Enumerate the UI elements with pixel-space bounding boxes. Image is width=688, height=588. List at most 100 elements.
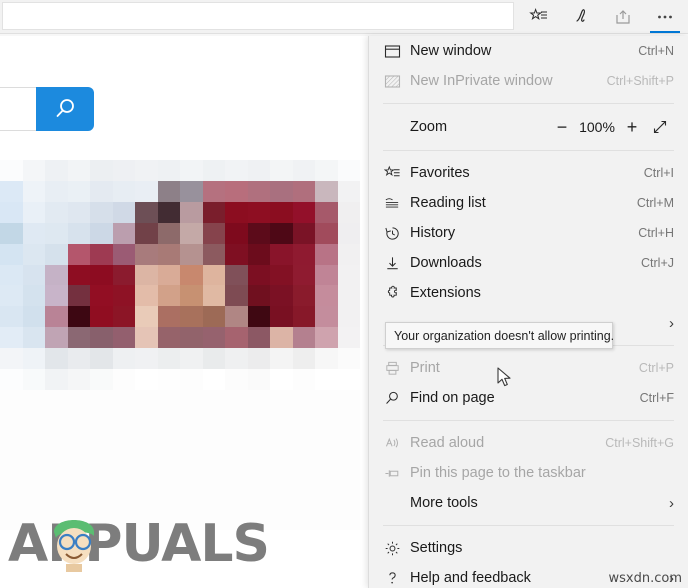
menu-item-settings[interactable]: Settings [369,533,688,563]
chevron-right-icon: › [669,314,674,332]
pixel-cell [112,306,135,328]
pixel-cell [247,348,270,370]
pixel-cell [0,243,23,265]
menu-item-label: Find on page [410,390,495,406]
menu-item-label: Settings [410,540,463,556]
pixel-cell [270,348,293,370]
pixel-cell [67,180,90,202]
pixel-cell [337,327,360,349]
menu-item-read-aloud: Read aloud Ctrl+Shift+G [369,428,688,458]
reading-list-icon [384,195,410,212]
pixel-cell [270,180,293,202]
printer-icon [384,360,410,377]
pixel-cell [45,348,68,370]
pixel-cell [225,285,248,307]
pixel-cell [247,160,270,181]
pixel-cell [67,201,90,223]
pixel-cell [225,201,248,223]
pixel-cell [90,369,113,390]
pixel-cell [22,264,45,286]
menu-item-pin-to-taskbar: Pin this page to the taskbar [369,458,688,488]
pixel-cell [180,264,203,286]
pixel-cell [135,243,158,265]
pixel-cell [180,160,203,181]
pixel-cell [180,285,203,307]
fullscreen-button[interactable] [646,113,674,141]
zoom-out-button[interactable]: − [548,113,576,141]
pixel-cell [135,348,158,370]
menu-item-downloads[interactable]: Downloads Ctrl+J [369,248,688,278]
menu-item-label: Extensions [410,285,481,301]
pixel-cell [315,285,338,307]
pixel-cell [180,222,203,244]
pixel-cell [67,243,90,265]
pixel-cell [22,348,45,370]
menu-zoom-row: Zoom − 100% + [369,111,688,143]
pixel-cell [135,264,158,286]
favorites-toolbar-icon[interactable] [518,0,560,34]
pixel-cell [315,243,338,265]
zoom-in-button[interactable]: + [618,113,646,141]
appuals-watermark: APPUALS [8,504,270,574]
pixel-cell [22,285,45,307]
gear-icon [384,540,410,557]
favorites-star-list-icon [384,165,410,182]
pixel-cell [45,285,68,307]
page-search-button[interactable] [36,87,94,131]
pixel-cell [270,264,293,286]
pixel-cell [315,180,338,202]
pixel-cell [180,180,203,202]
pixel-cell [45,243,68,265]
pixel-cell [22,306,45,328]
pixel-cell [270,222,293,244]
pixel-cell [22,369,45,390]
pixel-cell [112,327,135,349]
pixel-cell [292,348,315,370]
pixel-cell [90,306,113,328]
pixel-cell [270,306,293,328]
downloads-arrow-icon [384,255,410,272]
page-search-field[interactable] [0,87,40,131]
pixel-cell [67,306,90,328]
pixel-cell [90,201,113,223]
zoom-level-value: 100% [579,119,615,135]
pixel-cell [0,201,23,223]
pixel-cell [45,222,68,244]
menu-item-history[interactable]: History Ctrl+H [369,218,688,248]
pixel-cell [292,327,315,349]
favorites-star-list-icon [529,8,547,21]
notes-toolbar-icon[interactable] [560,0,602,34]
search-icon [56,99,74,117]
menu-item-new-window[interactable]: New window Ctrl+N [369,36,688,66]
share-toolbar-icon[interactable] [602,0,644,34]
menu-separator [383,525,674,526]
pixel-cell [90,243,113,265]
pixel-cell [67,348,90,370]
menu-item-reading-list[interactable]: Reading list Ctrl+M [369,188,688,218]
pixel-cell [180,201,203,223]
address-input[interactable] [3,3,513,29]
menu-item-label: Print [410,360,440,376]
pixel-cell [270,201,293,223]
menu-item-label: New window [410,43,492,59]
menu-item-label: Reading list [410,195,486,211]
pixel-cell [112,222,135,244]
settings-and-more-toolbar-icon[interactable] [644,0,686,34]
settings-and-more-menu: New window Ctrl+N New InPrivate window C… [368,36,688,588]
pixel-cell [0,222,23,244]
menu-item-favorites[interactable]: Favorites Ctrl+I [369,158,688,188]
menu-item-extensions[interactable]: Extensions [369,278,688,308]
menu-item-label: Read aloud [410,435,485,451]
pixel-cell [225,348,248,370]
pixel-cell [292,201,315,223]
pixel-cell [157,348,180,370]
pixel-cell [22,160,45,181]
pixel-cell [112,285,135,307]
menu-item-find-on-page[interactable]: Find on page Ctrl+F [369,383,688,413]
pixel-cell [112,180,135,202]
address-bar[interactable] [2,2,514,30]
menu-item-more-tools[interactable]: More tools › [369,488,688,518]
pixel-cell [202,327,225,349]
pixel-cell [112,160,135,181]
menu-item-label: Downloads [410,255,482,271]
